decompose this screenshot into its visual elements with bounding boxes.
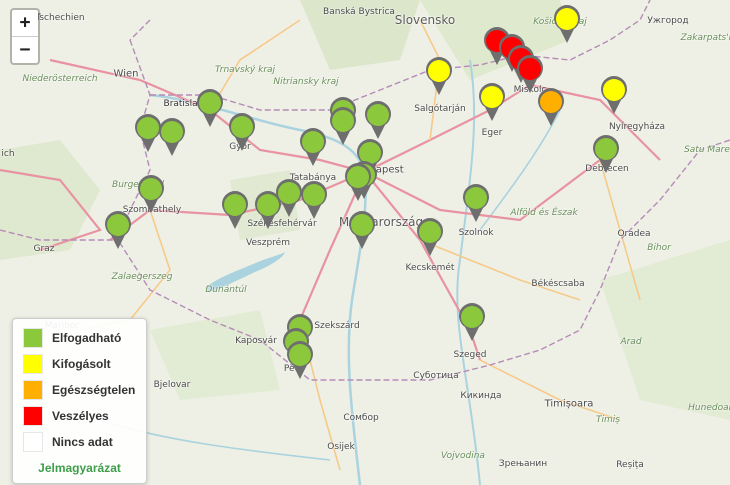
station-marker-yellow[interactable] (424, 56, 454, 96)
legend-swatch-white (23, 432, 43, 452)
place-label: Timiș (596, 415, 620, 425)
legend-item-acceptable: Elfogadható (13, 325, 146, 351)
legend-item-no-data: Nincs adat (13, 429, 146, 455)
station-marker-green[interactable] (299, 180, 329, 220)
zoom-control: + − (10, 8, 40, 65)
place-label: Slovensko (394, 13, 456, 27)
place-label: Kecskemét (405, 263, 455, 273)
place-label: ich (1, 149, 15, 159)
zoom-out-button[interactable]: − (12, 36, 38, 63)
zoom-in-button[interactable]: + (12, 10, 38, 36)
place-label: Ужгород (647, 16, 689, 26)
place-label: Salgótarján (414, 104, 466, 114)
place-label: Banská Bystrica (323, 7, 395, 17)
place-label: Wien (113, 68, 139, 80)
place-label: Szeged (453, 350, 487, 360)
station-marker-green[interactable] (415, 217, 445, 257)
station-marker-green[interactable] (457, 302, 487, 342)
station-marker-green[interactable] (136, 174, 166, 214)
place-label: Zakarpats'ka (680, 33, 730, 43)
place-label: Nitriansky kraj (273, 77, 339, 87)
legend-label: Kifogásolt (52, 357, 111, 371)
place-label: Reșița (616, 460, 644, 470)
place-label: Зрењанин (498, 459, 548, 469)
station-marker-yellow[interactable] (599, 75, 629, 115)
legend-swatch-green (23, 328, 43, 348)
legend-label: Elfogadható (52, 331, 122, 345)
place-label: Satu Mare (684, 145, 730, 155)
place-label: Niederösterreich (22, 74, 98, 84)
station-marker-green[interactable] (591, 134, 621, 174)
legend-swatch-yellow (23, 354, 43, 374)
place-label: Vojvodina (441, 451, 485, 461)
place-label: Trnavský kraj (214, 65, 276, 75)
station-marker-green[interactable] (328, 106, 358, 146)
place-label: Oradea (617, 229, 651, 239)
station-marker-green[interactable] (285, 340, 315, 380)
station-marker-red[interactable] (515, 54, 545, 94)
place-label: Nyíregyháza (608, 122, 666, 132)
place-label: Graz (33, 244, 55, 254)
place-label: Veszprém (246, 238, 290, 248)
legend-item-objectionable: Kifogásolt (13, 351, 146, 377)
place-label: Szolnok (458, 228, 494, 238)
place-label: Сомбор (343, 413, 379, 423)
station-marker-green[interactable] (298, 127, 328, 167)
place-label: Tschechien (35, 13, 85, 23)
place-label: Bihor (647, 243, 671, 253)
station-marker-yellow[interactable] (477, 82, 507, 122)
legend-swatch-red (23, 406, 43, 426)
legend-toggle[interactable]: Jelmagyarázat (13, 461, 146, 475)
station-marker-green[interactable] (103, 210, 133, 250)
place-label: Békéscsaba (531, 279, 585, 289)
place-label: Alföld és Észak (510, 208, 578, 218)
station-marker-green[interactable] (195, 88, 225, 128)
legend-label: Egészségtelen (52, 383, 136, 397)
legend: Elfogadható Kifogásolt Egészségtelen Ves… (12, 318, 147, 484)
place-label: Kaposvár (235, 336, 277, 346)
station-marker-green[interactable] (363, 100, 393, 140)
place-label: Eger (481, 128, 503, 138)
place-label: Arad (620, 337, 642, 347)
legend-item-dangerous: Veszélyes (13, 403, 146, 429)
station-marker-green[interactable] (220, 190, 250, 230)
legend-item-unhealthy: Egészségtelen (13, 377, 146, 403)
station-marker-yellow[interactable] (552, 4, 582, 44)
place-label: Dunántúl (205, 285, 247, 295)
place-label: Timișoara (544, 398, 594, 410)
station-marker-green[interactable] (461, 183, 491, 223)
legend-swatch-orange (23, 380, 43, 400)
place-label: Суботица (413, 371, 459, 381)
place-label: Osijek (327, 442, 355, 452)
map-view[interactable]: Tschechien Banská Bystrica Slovensko Košick… (0, 0, 730, 485)
place-label: Szekszárd (314, 321, 360, 331)
place-label: Кикинда (460, 391, 502, 401)
place-label: Hunedoara (688, 403, 730, 413)
place-label: Zalaegerszeg (111, 272, 173, 282)
station-marker-green[interactable] (347, 210, 377, 250)
station-marker-green[interactable] (343, 162, 373, 202)
place-label: Bjelovar (153, 380, 191, 390)
station-marker-green[interactable] (157, 117, 187, 157)
legend-label: Veszélyes (52, 409, 109, 423)
station-marker-green[interactable] (227, 112, 257, 152)
legend-label: Nincs adat (52, 435, 113, 449)
